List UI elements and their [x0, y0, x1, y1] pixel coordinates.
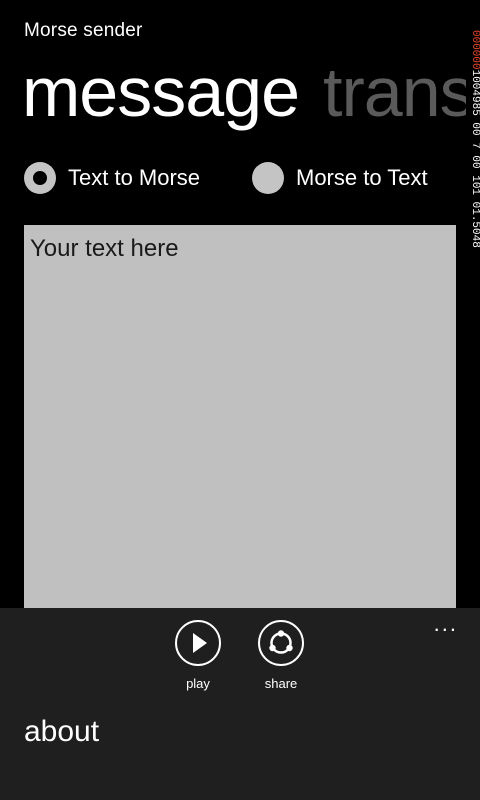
radio-text-to-morse[interactable]: Text to Morse	[24, 160, 200, 196]
play-label: play	[186, 676, 210, 691]
radio-label: Text to Morse	[68, 165, 201, 190]
debug-strip: 0000001004985 00 7 00 101 01.5048	[466, 30, 480, 395]
share-label: share	[264, 676, 298, 691]
message-text-input[interactable]: Your text here	[24, 225, 456, 610]
app-title: Morse sender	[24, 20, 143, 41]
mode-radio-group: Text to Morse Morse to Text	[24, 160, 464, 198]
play-button[interactable]: play	[163, 620, 233, 691]
debug-strip-accent: 000000	[469, 30, 480, 70]
radio-morse-to-text[interactable]: Morse to Text	[252, 160, 428, 196]
radio-checked-icon	[24, 162, 56, 194]
radio-label: Morse to Text	[296, 165, 428, 190]
pivot-item-message[interactable]: message	[22, 52, 300, 132]
share-button[interactable]: share	[246, 620, 316, 691]
application-bar: ... play share about	[0, 608, 480, 800]
pivot-item-translate[interactable]: trans	[323, 52, 466, 132]
appbar-more-button[interactable]: ...	[434, 613, 458, 635]
play-icon	[193, 633, 207, 653]
share-icon	[269, 630, 293, 654]
pivot-header: message trans	[22, 52, 466, 132]
share-icon-ring	[258, 620, 304, 666]
menu-item-about[interactable]: about	[24, 715, 99, 749]
play-icon-ring	[175, 620, 221, 666]
debug-strip-text: 1004985 00 7 00 101 01.5048	[469, 69, 480, 248]
radio-unchecked-icon	[252, 162, 284, 194]
